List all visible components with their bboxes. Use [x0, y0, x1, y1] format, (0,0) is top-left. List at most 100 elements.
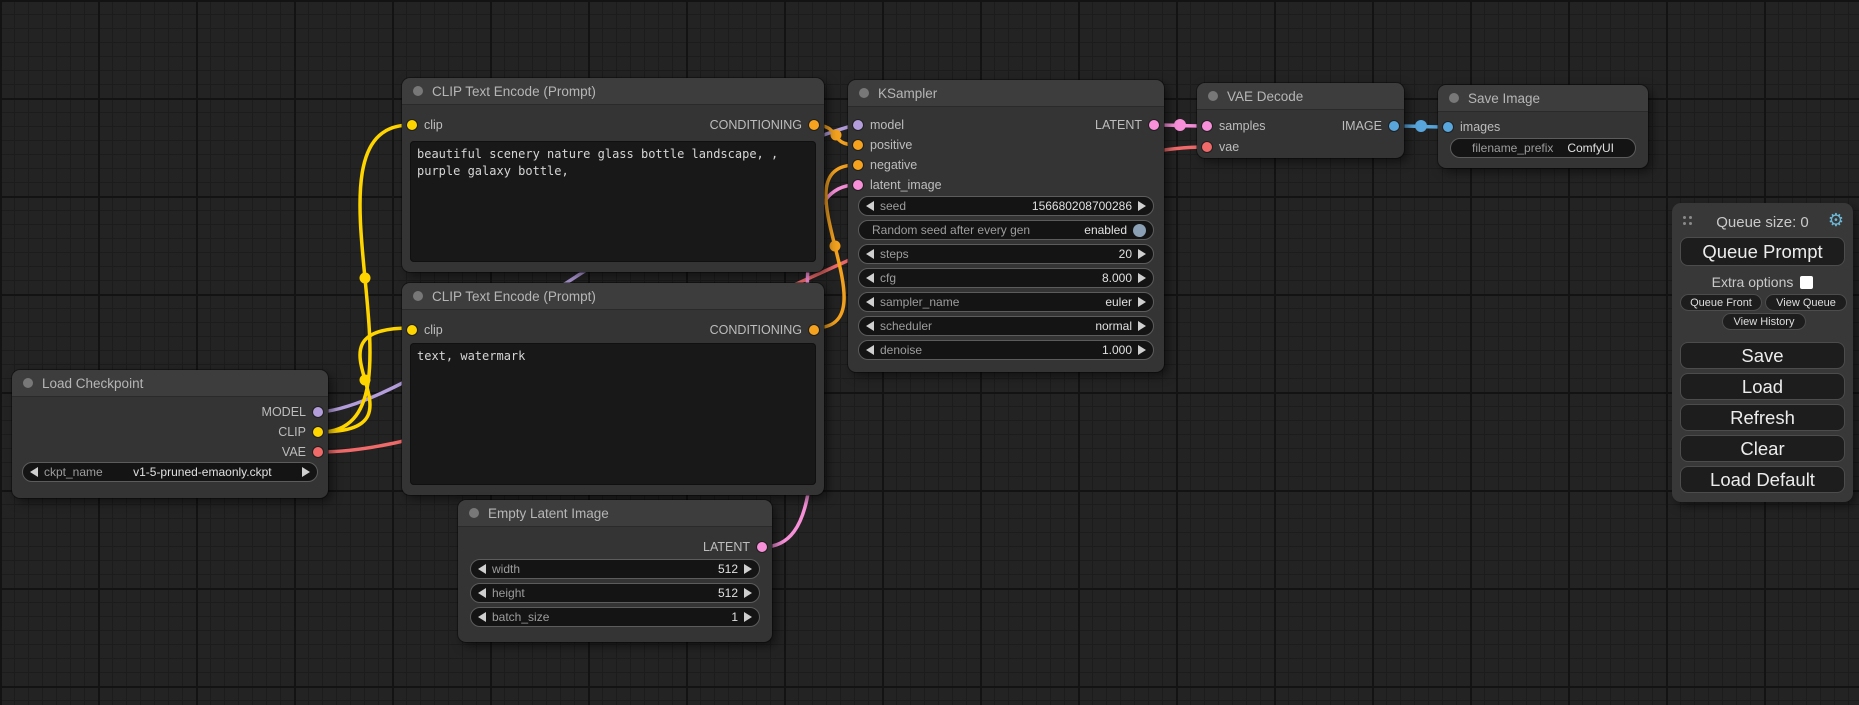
- conditioning-output-port[interactable]: [809, 120, 819, 130]
- next-value-arrow-icon[interactable]: [1138, 297, 1146, 307]
- prev-value-arrow-icon[interactable]: [866, 249, 874, 259]
- images-input-port[interactable]: [1443, 122, 1453, 132]
- queue-front-button[interactable]: Queue Front: [1680, 294, 1762, 311]
- negative-prompt-textarea[interactable]: text, watermark: [410, 343, 816, 485]
- node-clip-text-encode-negative[interactable]: CLIP Text Encode (Prompt) clip CONDITION…: [402, 283, 824, 495]
- prev-value-arrow-icon[interactable]: [866, 201, 874, 211]
- prev-value-arrow-icon[interactable]: [866, 321, 874, 331]
- prev-value-arrow-icon[interactable]: [866, 297, 874, 307]
- scheduler-widget[interactable]: scheduler normal: [858, 316, 1154, 336]
- input-label-model: model: [870, 118, 904, 132]
- clip-input-port[interactable]: [407, 325, 417, 335]
- positive-prompt-textarea[interactable]: beautiful scenery nature glass bottle la…: [410, 141, 816, 262]
- node-header[interactable]: VAE Decode: [1197, 83, 1404, 110]
- prev-value-arrow-icon[interactable]: [30, 467, 38, 477]
- ckpt-name-widget[interactable]: ckpt_name v1-5-pruned-emaonly.ckpt: [22, 462, 318, 482]
- next-value-arrow-icon[interactable]: [302, 467, 310, 477]
- vae-input-port[interactable]: [1202, 142, 1212, 152]
- node-empty-latent-image[interactable]: Empty Latent Image LATENT width 512 heig…: [458, 500, 772, 642]
- node-header[interactable]: KSampler: [848, 80, 1164, 107]
- prev-value-arrow-icon[interactable]: [478, 564, 486, 574]
- latent-image-input-port[interactable]: [853, 180, 863, 190]
- cfg-widget[interactable]: cfg 8.000: [858, 268, 1154, 288]
- next-value-arrow-icon[interactable]: [1138, 321, 1146, 331]
- sampler-name-widget[interactable]: sampler_name euler: [858, 292, 1154, 312]
- clear-button[interactable]: Clear: [1680, 435, 1845, 462]
- collapse-dot-icon[interactable]: [469, 508, 479, 518]
- queue-prompt-button[interactable]: Queue Prompt: [1680, 237, 1845, 266]
- prev-value-arrow-icon[interactable]: [866, 273, 874, 283]
- output-label-clip: CLIP: [278, 425, 306, 439]
- image-output-port[interactable]: [1389, 121, 1399, 131]
- node-load-checkpoint[interactable]: Load Checkpoint MODEL CLIP VAE ckpt_name…: [12, 370, 328, 498]
- next-value-arrow-icon[interactable]: [1138, 201, 1146, 211]
- batch-size-widget[interactable]: batch_size 1: [470, 607, 760, 627]
- next-value-arrow-icon[interactable]: [744, 564, 752, 574]
- next-value-arrow-icon[interactable]: [744, 588, 752, 598]
- prev-value-arrow-icon[interactable]: [478, 612, 486, 622]
- node-header[interactable]: CLIP Text Encode (Prompt): [402, 78, 824, 105]
- steps-widget[interactable]: steps 20: [858, 244, 1154, 264]
- node-ksampler[interactable]: KSampler model LATENT positive negative …: [848, 80, 1164, 372]
- negative-input-port[interactable]: [853, 160, 863, 170]
- next-value-arrow-icon[interactable]: [744, 612, 752, 622]
- model-input-port[interactable]: [853, 120, 863, 130]
- node-header[interactable]: Save Image: [1438, 85, 1648, 112]
- input-label-latent-image: latent_image: [870, 178, 942, 192]
- queue-menu-panel[interactable]: Queue size: 0 ⚙ Queue Prompt Extra optio…: [1672, 203, 1853, 502]
- load-button[interactable]: Load: [1680, 373, 1845, 400]
- settings-gear-icon[interactable]: ⚙: [1828, 210, 1844, 231]
- next-value-arrow-icon[interactable]: [1138, 273, 1146, 283]
- node-save-image[interactable]: Save Image images filename_prefix ComfyU…: [1438, 85, 1648, 168]
- prev-value-arrow-icon[interactable]: [866, 345, 874, 355]
- collapse-dot-icon[interactable]: [23, 378, 33, 388]
- collapse-dot-icon[interactable]: [1208, 91, 1218, 101]
- node-title-text: CLIP Text Encode (Prompt): [432, 289, 596, 304]
- node-header[interactable]: Load Checkpoint: [12, 370, 328, 397]
- queue-size-label: Queue size: 0: [1672, 214, 1853, 231]
- node-vae-decode[interactable]: VAE Decode samples IMAGE vae: [1197, 83, 1404, 158]
- output-label-latent: LATENT: [703, 540, 750, 554]
- prev-value-arrow-icon[interactable]: [478, 588, 486, 598]
- collapse-dot-icon[interactable]: [413, 86, 423, 96]
- conditioning-output-port[interactable]: [809, 325, 819, 335]
- collapse-dot-icon[interactable]: [1449, 93, 1459, 103]
- random-seed-toggle-widget[interactable]: Random seed after every gen enabled: [858, 220, 1154, 240]
- node-title-text: Empty Latent Image: [488, 506, 609, 521]
- positive-input-port[interactable]: [853, 140, 863, 150]
- node-clip-text-encode-positive[interactable]: CLIP Text Encode (Prompt) clip CONDITION…: [402, 78, 824, 272]
- extra-options-checkbox[interactable]: [1800, 276, 1813, 289]
- next-value-arrow-icon[interactable]: [1138, 345, 1146, 355]
- filename-prefix-widget[interactable]: filename_prefix ComfyUI: [1450, 138, 1636, 158]
- output-label-vae: VAE: [282, 445, 306, 459]
- node-header[interactable]: Empty Latent Image: [458, 500, 772, 527]
- denoise-widget[interactable]: denoise 1.000: [858, 340, 1154, 360]
- seed-widget[interactable]: seed 156680208700286: [858, 196, 1154, 216]
- latent-output-port[interactable]: [757, 542, 767, 552]
- output-label-conditioning: CONDITIONING: [710, 118, 802, 132]
- save-button[interactable]: Save: [1680, 342, 1845, 369]
- toggle-knob-icon[interactable]: [1133, 224, 1146, 237]
- latent-output-port[interactable]: [1149, 120, 1159, 130]
- clip-input-port[interactable]: [407, 120, 417, 130]
- load-default-button[interactable]: Load Default: [1680, 466, 1845, 493]
- vae-output-port[interactable]: [313, 447, 323, 457]
- node-header[interactable]: CLIP Text Encode (Prompt): [402, 283, 824, 310]
- clip-output-port[interactable]: [313, 427, 323, 437]
- input-label-vae: vae: [1219, 140, 1239, 154]
- model-output-port[interactable]: [313, 407, 323, 417]
- input-label-samples: samples: [1219, 119, 1266, 133]
- next-value-arrow-icon[interactable]: [1138, 249, 1146, 259]
- samples-input-port[interactable]: [1202, 121, 1212, 131]
- view-queue-button[interactable]: View Queue: [1765, 294, 1847, 311]
- view-history-button[interactable]: View History: [1722, 313, 1806, 330]
- node-graph-canvas[interactable]: Load Checkpoint MODEL CLIP VAE ckpt_name…: [0, 0, 1859, 705]
- collapse-dot-icon[interactable]: [413, 291, 423, 301]
- input-label-clip: clip: [424, 118, 443, 132]
- collapse-dot-icon[interactable]: [859, 88, 869, 98]
- width-widget[interactable]: width 512: [470, 559, 760, 579]
- widget-label: ckpt_name: [44, 465, 103, 479]
- refresh-button[interactable]: Refresh: [1680, 404, 1845, 431]
- output-label-image: IMAGE: [1342, 119, 1382, 133]
- height-widget[interactable]: height 512: [470, 583, 760, 603]
